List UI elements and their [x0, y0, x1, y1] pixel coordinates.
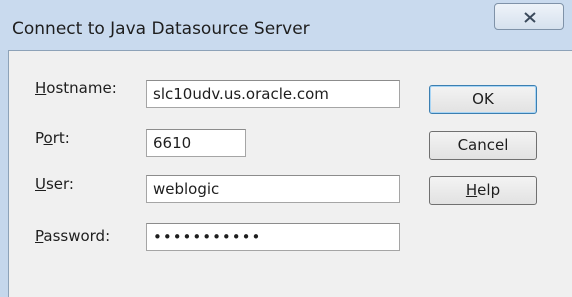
hostname-label-accelerator: H — [35, 79, 47, 97]
hostname-field[interactable]: slc10udv.us.oracle.com — [146, 80, 400, 108]
title-bar[interactable]: Connect to Java Datasource Server — [0, 0, 572, 50]
hostname-label-text: ostname: — [46, 79, 117, 97]
password-label: Password: — [35, 227, 110, 245]
user-label-accelerator: U — [35, 175, 46, 193]
port-label: Port: — [35, 129, 70, 147]
dialog-window: Connect to Java Datasource Server Hostna… — [0, 0, 572, 297]
help-button[interactable]: Help — [429, 176, 537, 205]
help-button-accelerator: H — [465, 181, 478, 199]
dialog-body: Hostname: slc10udv.us.oracle.com Port: 6… — [8, 50, 572, 297]
port-label-text: rt: — [52, 129, 70, 147]
user-label: User: — [35, 175, 74, 193]
port-label-prefix: P — [35, 129, 44, 147]
ok-button[interactable]: OK — [429, 85, 537, 114]
close-button[interactable] — [494, 3, 564, 30]
password-field[interactable]: ••••••••••• — [146, 223, 400, 251]
user-field[interactable]: weblogic — [146, 175, 400, 203]
password-label-text: assword: — [43, 227, 111, 245]
port-label-accelerator: o — [43, 129, 53, 147]
user-label-text: ser: — [45, 175, 74, 193]
close-icon — [524, 12, 536, 23]
hostname-label: Hostname: — [35, 79, 117, 97]
port-field[interactable]: 6610 — [146, 129, 246, 157]
cancel-button[interactable]: Cancel — [429, 131, 537, 160]
help-button-label: elp — [477, 181, 501, 199]
window-title: Connect to Java Datasource Server — [12, 19, 310, 39]
